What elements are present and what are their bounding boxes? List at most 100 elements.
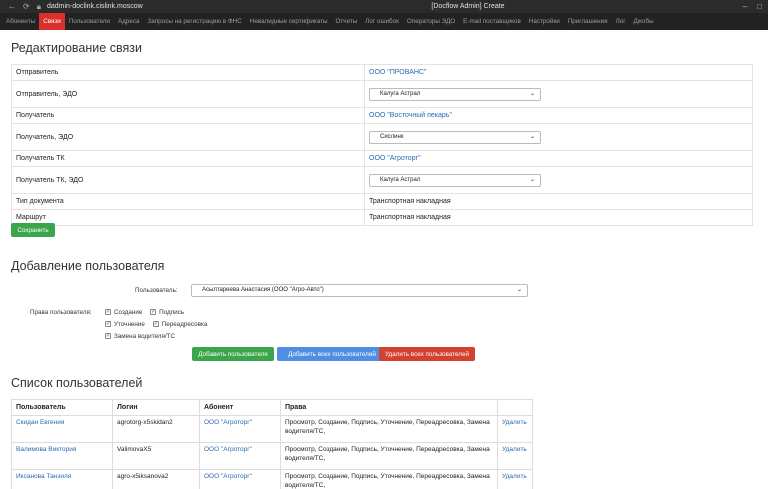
- receiver-edo-label: Получатель, ЭДО: [11, 123, 365, 151]
- chevron-down-icon: ⌄: [529, 90, 535, 97]
- route-label: Маршрут: [11, 209, 365, 226]
- nav-item-links[interactable]: Связи: [39, 13, 65, 30]
- row-receiver-edo: Получатель, ЭДО Сислинк ⌄: [11, 123, 753, 151]
- col-actions: [497, 399, 533, 416]
- rights-row-2: ✓ Уточнение ✓ Переадресовка: [105, 320, 213, 328]
- subscriber-link[interactable]: ООО "Агроторг": [204, 446, 252, 453]
- row-sender-edo: Отправитель, ЭДО Калуга Астрал ⌄: [11, 80, 753, 108]
- user-label: Пользователь:: [135, 287, 178, 294]
- address-bar[interactable]: dadmin-doclink.cislink.moscow: [47, 3, 143, 10]
- right-clarify-checkbox[interactable]: ✓ Уточнение: [105, 321, 145, 328]
- row-sender: Отправитель ООО "ПРОВАНС": [11, 64, 753, 81]
- minimize-icon[interactable]: –: [743, 0, 747, 13]
- table-header: Пользователь Логин Абонент Права: [11, 399, 533, 416]
- nav-item-addresses[interactable]: Адреса: [114, 13, 144, 30]
- chevron-down-icon: ⌄: [529, 133, 535, 140]
- col-subscriber: Абонент: [199, 399, 281, 416]
- receiver-link[interactable]: ООО "Восточный пекарь": [369, 112, 452, 119]
- nav-item-subscribers[interactable]: Абоненты: [2, 13, 39, 30]
- add-user-button[interactable]: Добавить пользователя: [192, 347, 274, 361]
- nav-item-invitations[interactable]: Приглашения: [564, 13, 612, 30]
- user-rights: Просмотр, Создание, Подпись, Уточнение, …: [280, 415, 498, 443]
- subscriber-link[interactable]: ООО "Агроторг": [204, 473, 252, 480]
- users-table: Пользователь Логин Абонент Права Скидан …: [11, 399, 533, 489]
- nav-item-supplier-emails[interactable]: E-mail поставщиков: [459, 13, 525, 30]
- table-row: Валимова Виктория ValimovaX5 ООО "Агрото…: [11, 442, 533, 470]
- chevron-down-icon: ⌄: [516, 287, 522, 293]
- user-login: agrotorg-x5skidan2: [112, 415, 200, 443]
- delete-link[interactable]: Удалить: [502, 419, 527, 426]
- doctype-label: Тип документа: [11, 193, 365, 210]
- row-route: Маршрут Транспортная накладная: [11, 209, 753, 226]
- rights-row-3: ✓ Замена водителя/ТС: [105, 332, 181, 340]
- user-rights: Просмотр, Создание, Подпись, Уточнение, …: [280, 469, 498, 489]
- nav-item-fns-requests[interactable]: Запросы на регистрацию в ФНС: [143, 13, 245, 30]
- receiver-edo-select[interactable]: Сислинк ⌄: [369, 130, 541, 144]
- user-select[interactable]: Асылтареева Анастасия (ООО "Агро-Авто") ⌄: [191, 284, 528, 297]
- browser-titlebar: ← ⟳ 🔒︎ dadmin-doclink.cislink.moscow [Do…: [0, 0, 768, 13]
- receiver-tk-edo-label: Получатель ТК, ЭДО: [11, 166, 365, 194]
- check-icon: ✓: [150, 309, 157, 315]
- sender-edo-select[interactable]: Калуга Астрал ⌄: [369, 87, 541, 101]
- right-replace-driver-checkbox[interactable]: ✓ Замена водителя/ТС: [105, 333, 175, 340]
- nav-item-users[interactable]: Пользователи: [65, 13, 114, 30]
- nav-item-jobs[interactable]: Джобы: [630, 13, 658, 30]
- receiver-tk-link[interactable]: ООО "Агроторг": [369, 155, 421, 162]
- nav-item-reports[interactable]: Отчеты: [332, 13, 362, 30]
- col-user: Пользователь: [11, 399, 113, 416]
- table-row: Иксанова Танзиля agro-x5iksanova2 ООО "А…: [11, 469, 533, 489]
- nav-item-log[interactable]: Лог: [612, 13, 630, 30]
- main-navbar: Абоненты Связи Пользователи Адреса Запро…: [0, 13, 768, 30]
- col-rights: Права: [280, 399, 498, 416]
- sender-edo-label: Отправитель, ЭДО: [11, 80, 365, 108]
- rights-row-1: ✓ Создание ✓ Подпись: [105, 308, 190, 316]
- check-icon: ✓: [105, 321, 111, 327]
- row-doctype: Тип документа Транспортная накладная: [11, 193, 753, 210]
- refresh-icon[interactable]: ⟳: [23, 0, 30, 13]
- row-receiver-tk-edo: Получатель ТК, ЭДО Калуга Астрал ⌄: [11, 166, 753, 194]
- add-all-users-button[interactable]: Добавить всех пользователей: [277, 347, 387, 361]
- receiver-tk-label: Получатель ТК: [11, 150, 365, 167]
- nav-item-error-log[interactable]: Лог ошибок: [361, 13, 403, 30]
- delete-link[interactable]: Удалить: [502, 446, 527, 453]
- save-button[interactable]: Сохранить: [11, 223, 55, 237]
- users-heading: Список пользователей: [11, 376, 143, 390]
- check-icon: ✓: [105, 309, 111, 315]
- user-name-link[interactable]: Иксанова Танзиля: [16, 473, 71, 480]
- user-name-link[interactable]: Валимова Виктория: [16, 446, 76, 453]
- table-row: Скидан Евгения agrotorg-x5skidan2 ООО "А…: [11, 415, 533, 443]
- receiver-tk-edo-select[interactable]: Калуга Астрал ⌄: [369, 173, 541, 187]
- right-sign-checkbox[interactable]: ✓ Подпись: [150, 309, 184, 316]
- check-icon: ✓: [105, 333, 111, 339]
- nav-item-edo-operators[interactable]: Операторы ЭДО: [403, 13, 459, 30]
- sender-link[interactable]: ООО "ПРОВАНС": [369, 69, 426, 76]
- edit-heading: Редактирование связи: [11, 41, 142, 55]
- route-value: Транспортная накладная: [364, 209, 753, 226]
- add-user-heading: Добавление пользователя: [11, 259, 165, 273]
- user-rights: Просмотр, Создание, Подпись, Уточнение, …: [280, 442, 498, 470]
- check-icon: ✓: [152, 321, 159, 327]
- remove-all-users-button[interactable]: Удалить всех пользователей: [379, 347, 475, 361]
- receiver-label: Получатель: [11, 107, 365, 124]
- nav-item-invalid-certs[interactable]: Невалидные сертификаты: [246, 13, 332, 30]
- delete-link[interactable]: Удалить: [502, 473, 527, 480]
- doctype-value: Транспортная накладная: [364, 193, 753, 210]
- col-login: Логин: [112, 399, 200, 416]
- row-receiver-tk: Получатель ТК ООО "Агроторг": [11, 150, 753, 167]
- row-receiver: Получатель ООО "Восточный пекарь": [11, 107, 753, 124]
- chevron-down-icon: ⌄: [529, 176, 535, 183]
- right-redirect-checkbox[interactable]: ✓ Переадресовка: [152, 321, 207, 328]
- user-name-link[interactable]: Скидан Евгения: [16, 419, 64, 426]
- edit-link-table: Отправитель ООО "ПРОВАНС" Отправитель, Э…: [11, 64, 753, 226]
- right-create-checkbox[interactable]: ✓ Создание: [105, 309, 142, 316]
- user-login: agro-x5iksanova2: [112, 469, 200, 489]
- user-login: ValimovaX5: [112, 442, 200, 470]
- subscriber-link[interactable]: ООО "Агроторг": [204, 419, 252, 426]
- nav-item-settings[interactable]: Настройки: [525, 13, 564, 30]
- rights-label: Права пользователя:: [30, 309, 92, 316]
- back-icon[interactable]: ←: [8, 0, 16, 13]
- maximize-icon[interactable]: □: [757, 0, 762, 13]
- lock-icon: 🔒︎: [36, 2, 41, 11]
- sender-label: Отправитель: [11, 64, 365, 81]
- window-title: [Docflow Admin] Create: [431, 3, 505, 10]
